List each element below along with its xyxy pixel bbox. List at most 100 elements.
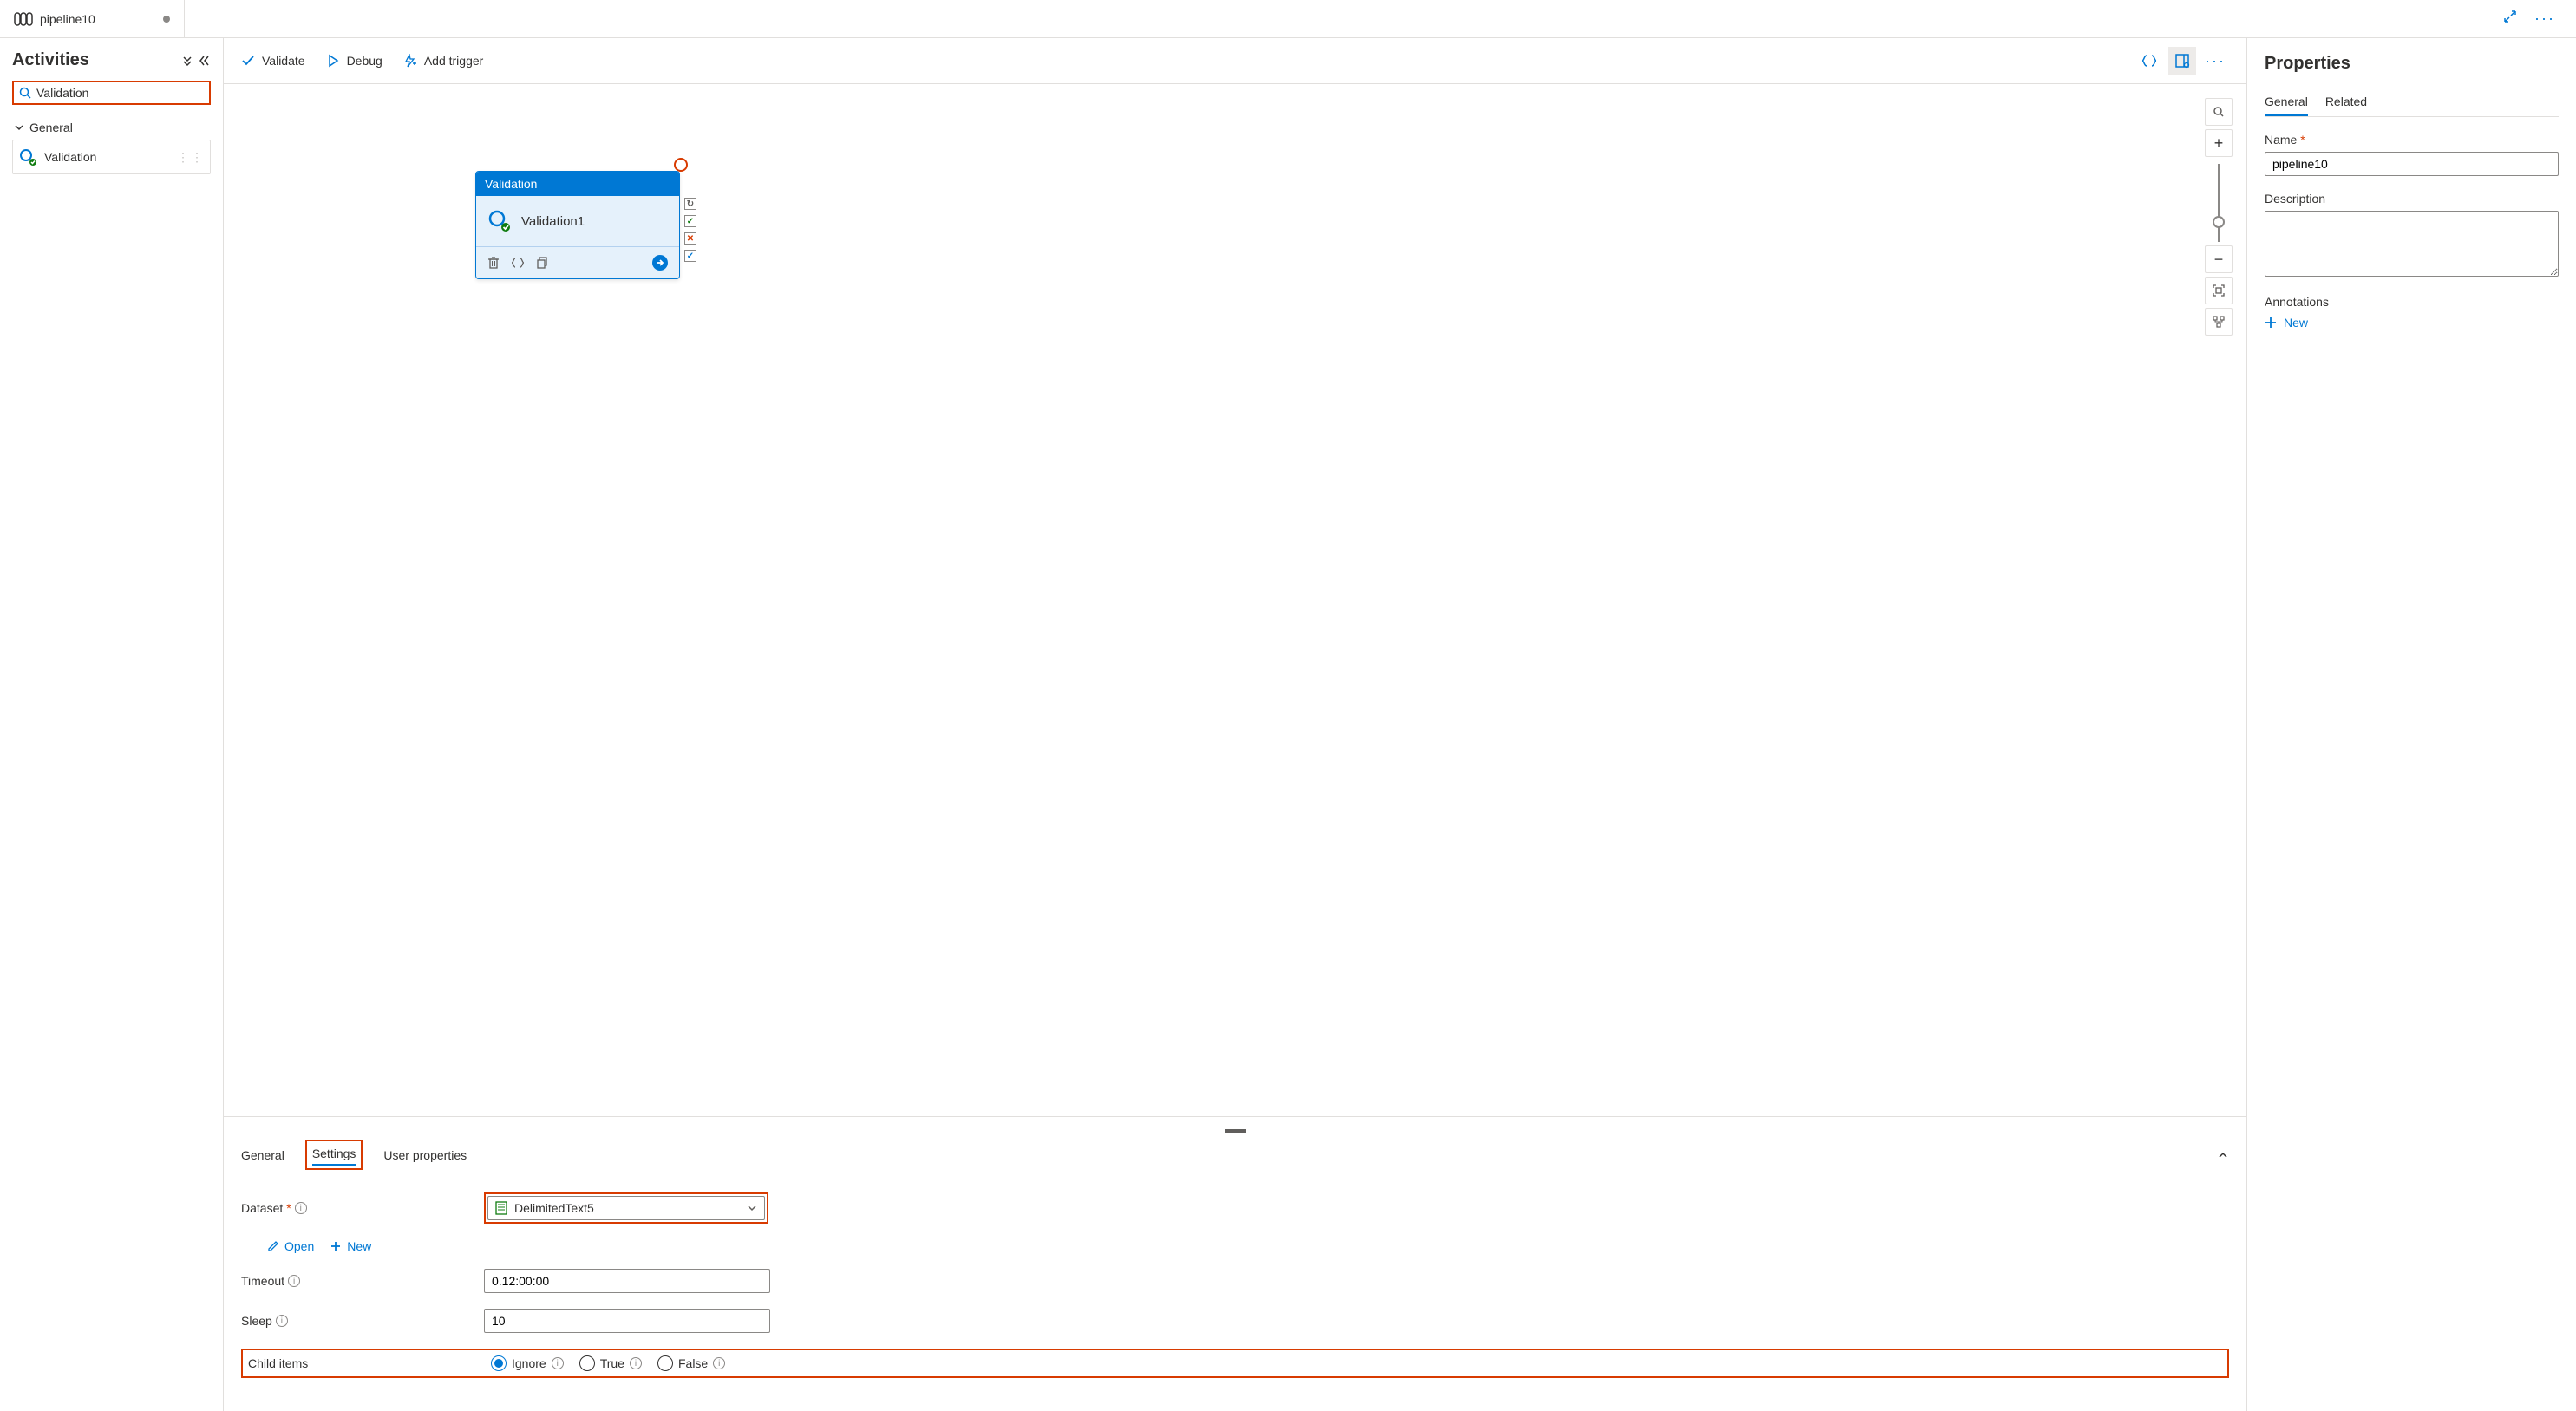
toolbar: Validate Debug Add trigger ··· <box>224 38 2246 84</box>
node-name: Validation1 <box>521 214 585 229</box>
collapse-left-icon[interactable] <box>199 55 211 67</box>
zoom-in-button[interactable]: + <box>2205 129 2233 157</box>
chevron-down-icon <box>14 122 24 133</box>
required-indicator: * <box>286 1201 291 1215</box>
info-icon[interactable]: i <box>713 1357 725 1369</box>
search-input[interactable]: Validation <box>36 86 204 100</box>
node-header: Validation <box>476 172 679 196</box>
info-icon[interactable]: i <box>295 1202 307 1214</box>
annotations-label: Annotations <box>2265 295 2559 309</box>
chevron-down-icon <box>747 1203 757 1213</box>
prop-tab-related[interactable]: Related <box>2325 89 2367 116</box>
description-textarea[interactable] <box>2265 211 2559 277</box>
play-icon <box>326 54 340 68</box>
more-icon[interactable]: ··· <box>2531 6 2559 31</box>
bottom-settings-panel: General Settings User properties Dataset… <box>224 1116 2246 1411</box>
copy-icon[interactable] <box>535 256 549 270</box>
prop-tab-general[interactable]: General <box>2265 89 2308 116</box>
properties-panel: Properties General Related Name * Descri… <box>2246 38 2576 1411</box>
child-items-label: Child items <box>248 1356 308 1370</box>
code-icon[interactable] <box>511 256 525 270</box>
arrow-icon[interactable] <box>651 254 669 271</box>
radio-ignore[interactable]: Ignore i <box>491 1355 564 1371</box>
pencil-icon <box>267 1240 279 1252</box>
tab-bar: pipeline10 ··· <box>0 0 2576 38</box>
code-view-button[interactable] <box>2135 47 2163 75</box>
search-icon <box>19 87 31 99</box>
canvas-search-button[interactable] <box>2205 98 2233 126</box>
node-footer <box>476 246 679 278</box>
dataset-label: Dataset <box>241 1201 283 1215</box>
validation-icon <box>18 147 37 167</box>
collapse-panel-icon[interactable] <box>2217 1149 2229 1161</box>
tab-user-properties[interactable]: User properties <box>383 1145 467 1166</box>
dataset-highlight: DelimitedText5 <box>484 1192 768 1224</box>
sleep-label: Sleep <box>241 1314 272 1328</box>
properties-heading: Properties <box>2265 54 2559 74</box>
required-indicator: * <box>2300 133 2305 147</box>
info-icon[interactable]: i <box>276 1315 288 1327</box>
validate-button[interactable]: Validate <box>241 54 305 68</box>
pipeline-icon <box>14 12 33 26</box>
dataset-icon <box>495 1201 507 1215</box>
radio-true[interactable]: True i <box>579 1355 642 1371</box>
fit-screen-button[interactable] <box>2205 277 2233 304</box>
tab-settings[interactable]: Settings <box>312 1143 356 1166</box>
plus-icon <box>2265 317 2277 329</box>
name-input[interactable] <box>2265 152 2559 176</box>
port-success-icon[interactable]: ✓ <box>684 215 696 227</box>
sleep-input[interactable] <box>484 1309 770 1333</box>
description-label: Description <box>2265 192 2559 206</box>
zoom-slider-thumb[interactable] <box>2213 216 2225 228</box>
info-icon[interactable]: i <box>630 1357 642 1369</box>
zoom-slider[interactable] <box>2218 164 2220 242</box>
validation-icon <box>487 208 513 234</box>
tab-settings-highlight: Settings <box>305 1140 363 1170</box>
delete-icon[interactable] <box>487 256 500 270</box>
radio-false[interactable]: False i <box>657 1355 725 1371</box>
zoom-out-button[interactable]: − <box>2205 245 2233 273</box>
drag-handle-icon: ⋮⋮ <box>177 150 205 165</box>
timeout-label: Timeout <box>241 1274 284 1288</box>
new-dataset-button[interactable]: New <box>330 1239 371 1253</box>
dataset-value: DelimitedText5 <box>514 1201 740 1215</box>
open-dataset-button[interactable]: Open <box>267 1239 314 1253</box>
radio-icon <box>491 1355 507 1371</box>
expand-icon[interactable] <box>2500 6 2520 31</box>
activity-item-label: Validation <box>44 150 96 164</box>
info-icon[interactable]: i <box>552 1357 564 1369</box>
add-trigger-button[interactable]: Add trigger <box>403 54 483 68</box>
activities-heading: Activities <box>12 50 89 70</box>
port-failure-icon[interactable]: ✕ <box>684 232 696 245</box>
canvas[interactable]: + − Validation Validation1 <box>224 84 2246 1116</box>
search-box-highlight: Validation <box>12 81 211 105</box>
name-label: Name <box>2265 133 2297 147</box>
dataset-select[interactable]: DelimitedText5 <box>487 1196 765 1220</box>
panel-drag-handle[interactable] <box>1225 1129 1246 1133</box>
lightning-icon <box>403 54 417 68</box>
port-retry-icon[interactable]: ↻ <box>684 198 696 210</box>
auto-layout-button[interactable] <box>2205 308 2233 336</box>
properties-toggle-button[interactable] <box>2168 47 2196 75</box>
unsaved-indicator-icon <box>163 16 170 23</box>
node-body: Validation1 <box>476 196 679 246</box>
toolbar-more-button[interactable]: ··· <box>2201 47 2229 75</box>
timeout-input[interactable] <box>484 1269 770 1293</box>
tab-general[interactable]: General <box>241 1145 284 1166</box>
add-annotation-button[interactable]: New <box>2265 316 2559 330</box>
radio-icon <box>579 1355 595 1371</box>
center-area: Validate Debug Add trigger ··· + − <box>224 38 2246 1411</box>
tab-title: pipeline10 <box>40 12 95 26</box>
collapse-down-icon[interactable] <box>181 55 193 67</box>
activity-node-validation[interactable]: Validation Validation1 ↻ ✓ ✕ ✓ <box>475 171 680 279</box>
radio-icon <box>657 1355 673 1371</box>
activity-item-validation[interactable]: Validation ⋮⋮ <box>12 140 211 174</box>
child-items-highlight: Child items Ignore i True i <box>241 1349 2229 1378</box>
activities-panel: Activities Validation General Validation… <box>0 38 224 1411</box>
debug-button[interactable]: Debug <box>326 54 382 68</box>
category-label: General <box>29 121 73 134</box>
tab-item-pipeline[interactable]: pipeline10 <box>0 0 185 37</box>
port-completion-icon[interactable]: ✓ <box>684 250 696 262</box>
category-general[interactable]: General <box>12 115 211 140</box>
info-icon[interactable]: i <box>288 1275 300 1287</box>
